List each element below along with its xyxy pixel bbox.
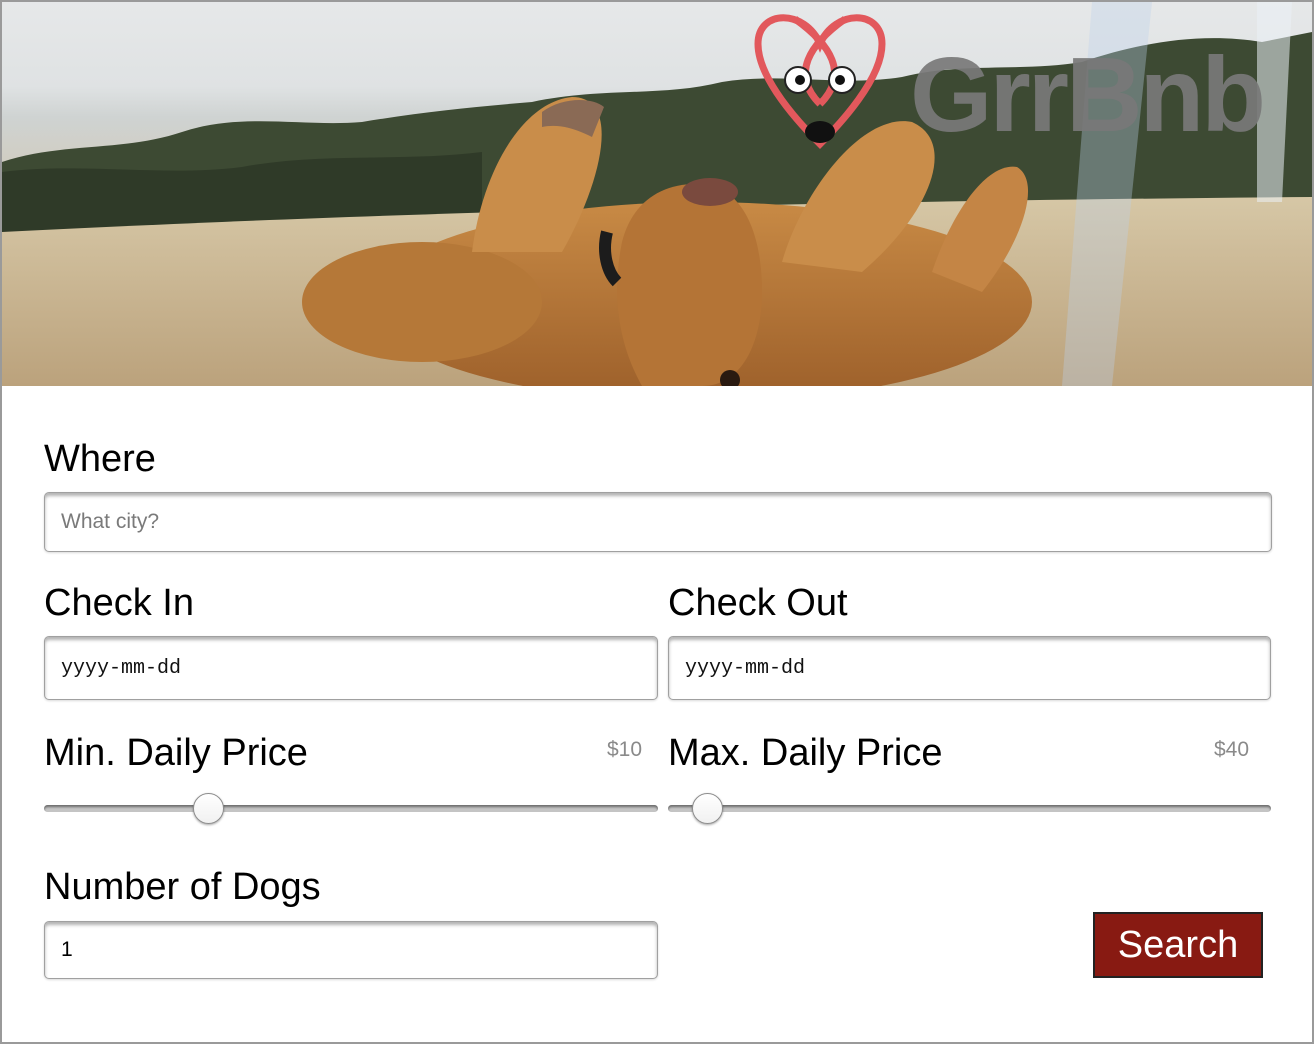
city-search-input[interactable]: What city? [44, 492, 1272, 552]
check-in-placeholder: yyyy-mm-dd [61, 656, 182, 680]
check-in-label: Check In [44, 582, 194, 624]
search-form: Where What city? Check In yyyy-mm-dd Che… [2, 386, 1312, 1042]
check-out-placeholder: yyyy-mm-dd [685, 656, 806, 680]
max-price-slider[interactable] [668, 793, 1271, 824]
check-out-date-input[interactable]: yyyy-mm-dd [668, 636, 1271, 700]
max-price-slider-thumb[interactable] [692, 793, 723, 824]
hero-banner: GrrBnb [2, 2, 1312, 386]
search-button[interactable]: Search [1093, 912, 1263, 978]
check-out-label: Check Out [668, 582, 848, 624]
check-in-date-input[interactable]: yyyy-mm-dd [44, 636, 658, 700]
app-window: GrrBnb Where What city? Check In yyyy-mm… [0, 0, 1314, 1044]
search-button-label: Search [1117, 923, 1239, 966]
min-price-slider[interactable] [44, 793, 658, 824]
max-price-label: Max. Daily Price [668, 732, 943, 774]
dogs-value: 1 [61, 938, 73, 961]
dogs-label: Number of Dogs [44, 866, 321, 908]
dog-heart-logo-icon [754, 14, 886, 149]
brand-name: GrrBnb [910, 36, 1266, 154]
min-price-value: $10 [607, 738, 643, 761]
min-price-slider-track[interactable] [44, 805, 658, 812]
number-of-dogs-input[interactable]: 1 [44, 921, 658, 979]
max-price-slider-track[interactable] [668, 805, 1271, 812]
max-price-value: $40 [1214, 738, 1250, 761]
min-price-slider-thumb[interactable] [193, 793, 224, 824]
where-label: Where [44, 438, 156, 480]
city-placeholder: What city? [61, 510, 160, 533]
min-price-label: Min. Daily Price [44, 732, 308, 774]
brand-logo[interactable] [750, 4, 890, 150]
